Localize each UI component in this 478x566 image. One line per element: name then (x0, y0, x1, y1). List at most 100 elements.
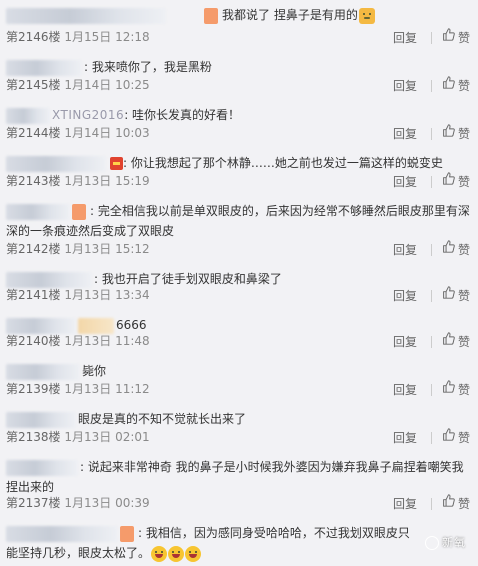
blurred-username (6, 107, 50, 124)
comment-time: 11:12 (115, 382, 150, 396)
thumbs-up-icon[interactable] (442, 124, 455, 137)
reply-button[interactable]: 回复 (393, 381, 417, 399)
watermark-text: 新氧 (442, 536, 466, 549)
thumbs-up-icon[interactable] (442, 332, 455, 345)
comment-date: 1月14日 (64, 78, 112, 92)
comment-date: 1月13日 (64, 496, 112, 510)
comment-date: 1月13日 (64, 242, 112, 256)
floor-number: 第2146楼 (6, 30, 61, 44)
like-button[interactable]: 赞 (458, 495, 470, 513)
comment-time: 00:39 (115, 496, 150, 510)
comment-item: 我都说了 捏鼻子是有用的 第2146楼 1月15日 12:18 回复 赞 (0, 0, 478, 53)
comment-date: 1月13日 (64, 430, 112, 444)
reply-button[interactable]: 回复 (393, 29, 417, 47)
reply-button[interactable]: 回复 (393, 77, 417, 95)
thumbs-up-icon[interactable] (442, 380, 455, 393)
blurred-username (6, 411, 76, 428)
floor-number: 第2140楼 (6, 334, 61, 348)
comment-item: 6666 第2140楼 1月13日 11:48 回复 赞 (0, 310, 478, 357)
floor-number: 第2142楼 (6, 242, 61, 256)
action-divider (430, 383, 432, 396)
blurred-username (6, 155, 106, 172)
thumbs-up-icon[interactable] (442, 286, 455, 299)
comment-actions: 回复 赞 (393, 332, 470, 351)
comment-text: 毙你 (82, 364, 107, 378)
action-divider (430, 431, 432, 444)
action-divider (430, 497, 432, 510)
floor-number: 第2137楼 (6, 496, 61, 510)
like-button[interactable]: 赞 (458, 333, 470, 351)
comment-meta: 第2137楼 1月13日 00:39 回复 赞 (6, 494, 470, 512)
like-button[interactable]: 赞 (458, 241, 470, 259)
comment-body: : 我来喷你了，我是黑粉 (6, 57, 470, 77)
reply-button[interactable]: 回复 (393, 333, 417, 351)
comment-time: 11:48 (115, 334, 150, 348)
like-button[interactable]: 赞 (458, 381, 470, 399)
comment-body: : 你让我想起了那个林静……她之前也发过一篇这样的蜕变史 (6, 153, 470, 173)
floor-number: 第2141楼 (6, 288, 61, 302)
reply-button[interactable]: 回复 (393, 495, 417, 513)
action-divider (430, 127, 432, 140)
like-button[interactable]: 赞 (458, 429, 470, 447)
reply-button[interactable]: 回复 (393, 241, 417, 259)
blurred-username (6, 59, 82, 76)
comment-body: 我都说了 捏鼻子是有用的 (6, 5, 470, 25)
thumbs-up-icon[interactable] (442, 172, 455, 185)
partial-username: XTING2016 (52, 108, 125, 122)
action-divider (430, 31, 432, 44)
comment-item: 眼皮是真的不知不觉就长出来了 第2138楼 1月13日 02:01 回复 赞 (0, 404, 478, 453)
comment-time: 13:34 (115, 288, 150, 302)
comment-item: : 我来喷你了，我是黑粉 第2145楼 1月14日 10:25 回复 赞 (0, 52, 478, 101)
comment-body: : 完全相信我以前是单双眼皮的，后来因为经常不够睡然后眼皮那里有深深的一条痕迹然… (6, 201, 470, 241)
like-button[interactable]: 赞 (458, 29, 470, 47)
comment-item: 毙你 第2139楼 1月13日 11:12 回复 赞 (0, 356, 478, 405)
comment-actions: 回复 赞 (393, 124, 470, 143)
comment-item: : 说起来非常神奇 我的鼻子是小时候我外婆因为嫌弃我鼻子扁捏着嘲笑我捏出来的 第… (0, 452, 478, 519)
blurred-username (6, 7, 166, 24)
like-button[interactable]: 赞 (458, 77, 470, 95)
floor-number: 第2138楼 (6, 430, 61, 444)
like-button[interactable]: 赞 (458, 173, 470, 191)
comment-time: 10:25 (115, 78, 150, 92)
comment-text: : 你让我想起了那个林静……她之前也发过一篇这样的蜕变史 (123, 156, 443, 170)
floor-number: 第2143楼 (6, 174, 61, 188)
user-badge-icon (204, 7, 218, 24)
reply-button[interactable]: 回复 (393, 173, 417, 191)
user-badge-icon (120, 525, 134, 542)
comment-time: 15:12 (115, 242, 150, 256)
comment-body: XTING2016: 哇你长发真的好看！ (6, 105, 470, 125)
comment-meta: 第2145楼 1月14日 10:25 回复 赞 (6, 76, 470, 94)
comment-text: : 哇你长发真的好看！ (124, 108, 241, 122)
comment-time: 02:01 (115, 430, 150, 444)
reply-button[interactable]: 回复 (393, 429, 417, 447)
thumbs-up-icon[interactable] (442, 240, 455, 253)
wechat-icon (425, 536, 439, 550)
comment-item: : 我也开启了徒手划双眼皮和鼻梁了 第2141楼 1月13日 13:34 回复 赞 (0, 264, 478, 311)
comment-actions: 回复 赞 (393, 28, 470, 47)
comment-actions: 回复 赞 (393, 76, 470, 95)
like-button[interactable]: 赞 (458, 125, 470, 143)
action-divider (430, 335, 432, 348)
comment-body: 毙你 (6, 361, 470, 381)
laughing-emoji-icon (185, 545, 202, 562)
blurred-username (6, 459, 78, 476)
action-divider (430, 79, 432, 92)
thumbs-up-icon[interactable] (442, 28, 455, 41)
reply-button[interactable]: 回复 (393, 125, 417, 143)
thumbs-up-icon[interactable] (442, 494, 455, 507)
blurred-username (6, 525, 118, 542)
comment-actions: 回复 赞 (393, 286, 470, 305)
comment-meta: 第2144楼 1月14日 10:03 回复 赞 (6, 124, 470, 142)
comment-text: : 我来喷你了，我是黑粉 (84, 60, 212, 74)
comment-item: : 完全相信我以前是单双眼皮的，后来因为经常不够睡然后眼皮那里有深深的一条痕迹然… (0, 196, 478, 265)
like-button[interactable]: 赞 (458, 287, 470, 305)
comment-date: 1月13日 (64, 382, 112, 396)
comment-meta: 第2140楼 1月13日 11:48 回复 赞 (6, 332, 470, 350)
user-badge-icon (72, 203, 86, 220)
cat-emoji-icon (358, 7, 375, 24)
floor-number: 第2144楼 (6, 126, 61, 140)
comment-actions: 回复 赞 (393, 380, 470, 399)
thumbs-up-icon[interactable] (442, 428, 455, 441)
reply-button[interactable]: 回复 (393, 287, 417, 305)
thumbs-up-icon[interactable] (442, 76, 455, 89)
